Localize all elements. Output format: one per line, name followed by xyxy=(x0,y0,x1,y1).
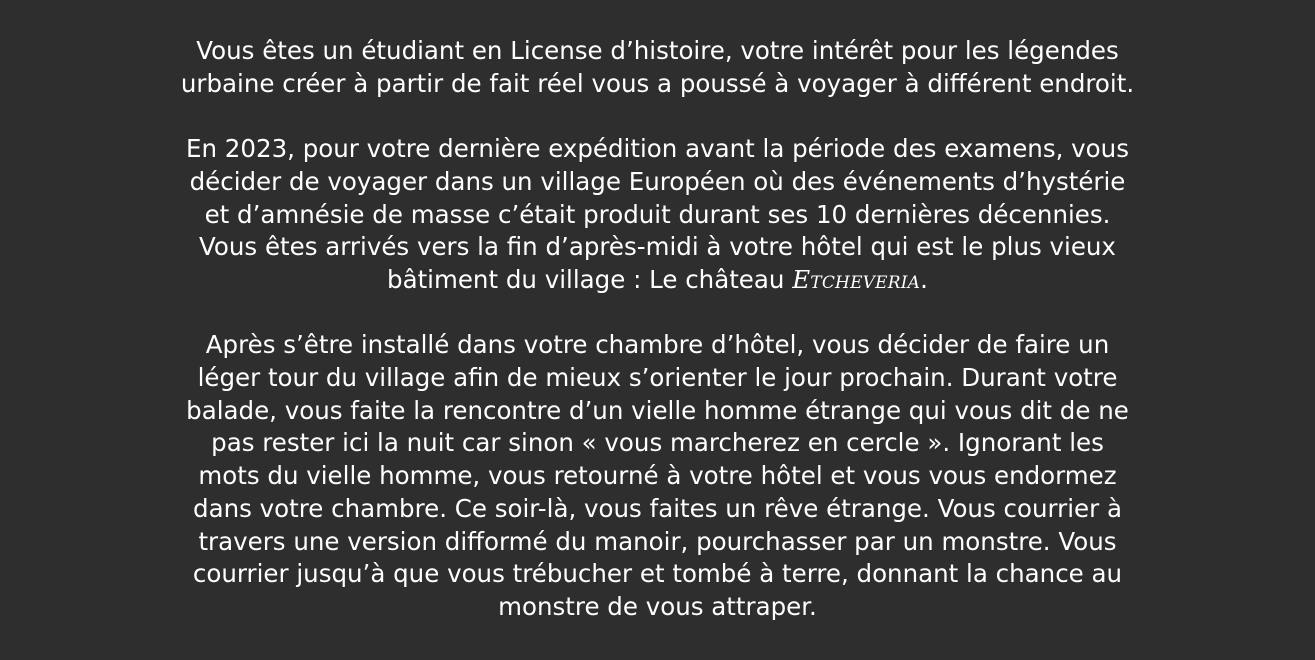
story-line: balade, vous faite la rencontre d’un vie… xyxy=(186,395,1129,425)
story-line: pas rester ici la nuit car sinon « vous … xyxy=(211,428,1104,458)
story-line: Vous êtes un étudiant en License d’histo… xyxy=(196,36,1119,65)
story-line: et d’amnésie de masse c’était produit du… xyxy=(204,199,1111,229)
chateau-name: Etcheveria xyxy=(792,264,921,294)
story-line: monstre de vous attraper. xyxy=(498,591,817,621)
intro-paragraph: Vous êtes un étudiant en License d’histo… xyxy=(0,35,1315,100)
story-line: mots du vielle homme, vous retourné à vo… xyxy=(198,461,1117,491)
story-passage: Vous êtes un étudiant en License d’histo… xyxy=(0,35,1315,624)
dream-paragraph: Après s’être installé dans votre chambre… xyxy=(0,329,1315,623)
story-line: dans votre chambre. Ce soir-là, vous fai… xyxy=(193,493,1122,523)
story-line: urbaine créer à partir de fait réel vous… xyxy=(180,68,1135,98)
story-line: léger tour du village afin de mieux s’or… xyxy=(197,363,1118,392)
story-line: travers une version difformé du manoir, … xyxy=(198,526,1117,556)
story-text: . xyxy=(920,264,928,294)
story-line: En 2023, pour votre dernière expédition … xyxy=(186,134,1129,164)
story-line: courrier jusqu’à que vous trébucher et t… xyxy=(192,559,1123,589)
arrival-paragraph: En 2023, pour votre dernière expédition … xyxy=(0,133,1315,297)
story-line: décider de voyager dans un village Europ… xyxy=(189,166,1126,196)
story-line: Vous êtes arrivés vers la fin d’après-mi… xyxy=(199,232,1116,262)
story-text: bâtiment du village : Le château xyxy=(387,264,793,294)
story-line: bâtiment du village : Le château Etcheve… xyxy=(0,264,1315,297)
story-line: Après s’être installé dans votre chambre… xyxy=(205,330,1110,360)
